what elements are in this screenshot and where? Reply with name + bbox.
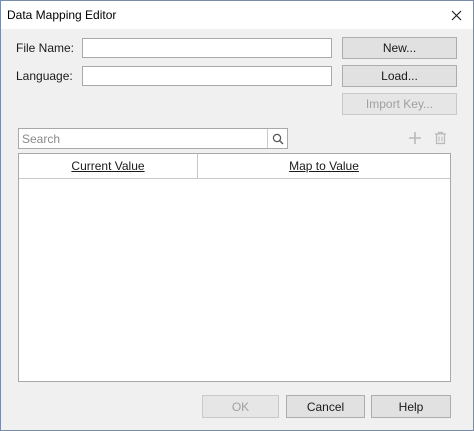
column-header-current-value[interactable]: Current Value [19,154,198,178]
search-button[interactable] [267,129,287,148]
plus-icon [409,132,421,144]
file-name-field[interactable] [82,38,332,58]
trash-icon [434,131,446,145]
add-row-button[interactable] [405,128,425,148]
close-button[interactable] [445,5,467,25]
import-key-button[interactable]: Import Key... [342,93,457,115]
ok-button[interactable]: OK [202,395,279,418]
file-name-label: File Name: [16,41,75,55]
search-box [18,128,288,149]
help-button[interactable]: Help [371,395,451,418]
search-input[interactable] [19,129,273,148]
window-title: Data Mapping Editor [7,8,117,22]
search-icon [272,133,283,144]
mapping-table: Current Value Map to Value [18,153,451,382]
delete-row-button[interactable] [430,128,450,148]
cancel-button[interactable]: Cancel [286,395,365,418]
new-button[interactable]: New... [342,37,457,59]
table-header: Current Value Map to Value [19,154,450,179]
column-header-map-to-value[interactable]: Map to Value [198,154,450,178]
language-field[interactable] [82,66,332,86]
language-label: Language: [16,69,73,83]
close-icon [451,10,461,20]
load-button[interactable]: Load... [342,65,457,87]
title-bar: Data Mapping Editor [1,1,473,29]
data-mapping-editor-dialog: Data Mapping Editor File Name: Language:… [0,0,474,431]
